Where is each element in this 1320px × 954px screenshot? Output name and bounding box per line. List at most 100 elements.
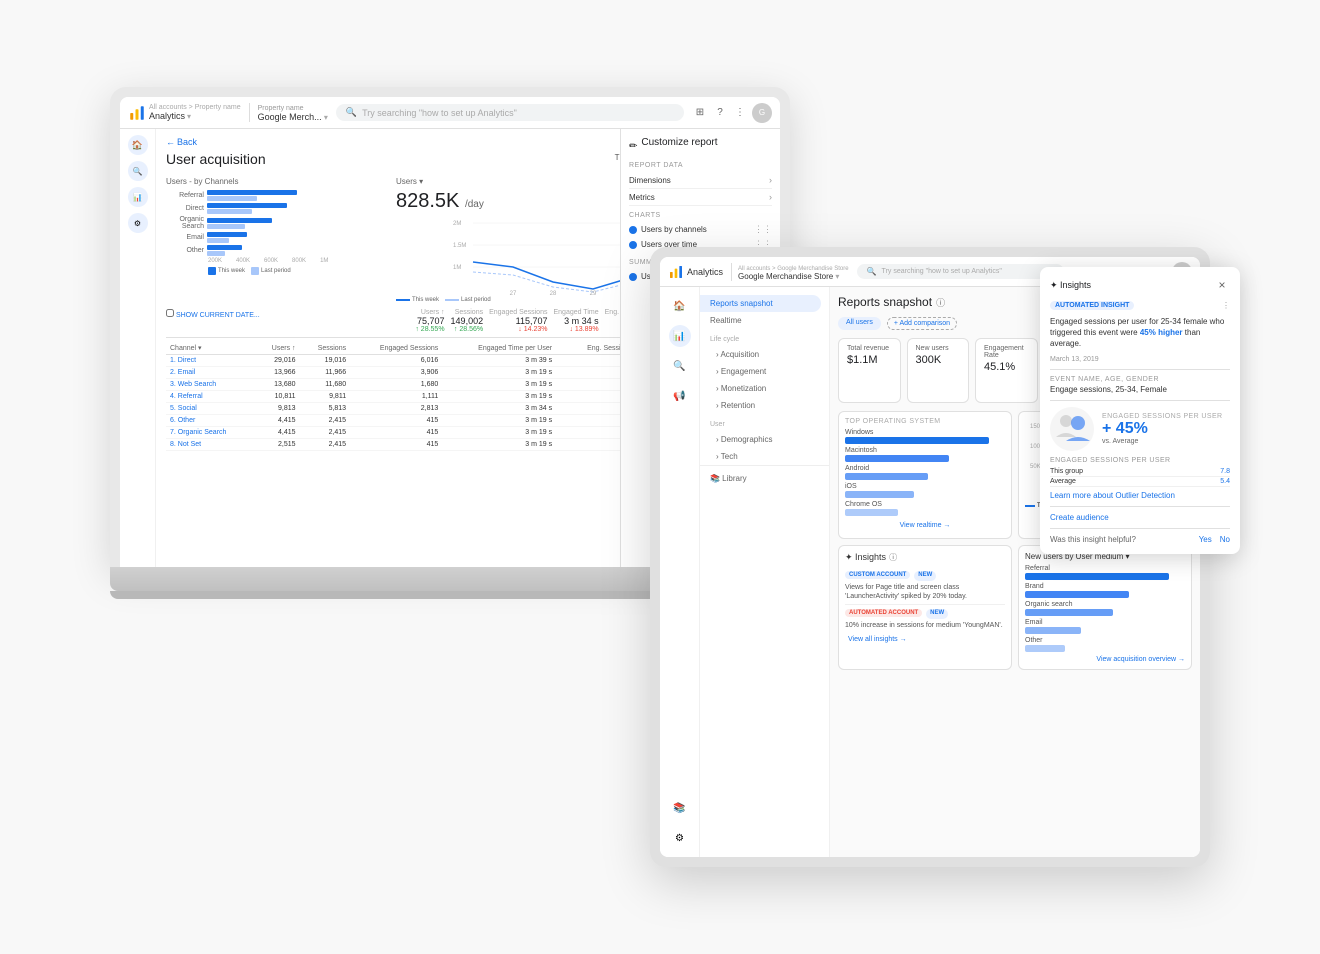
home-icon[interactable]: 🏠 [669, 295, 691, 317]
grid-icon[interactable]: ⊞ [692, 105, 708, 121]
tablet-device: Analytics All accounts > Google Merchand… [650, 247, 1210, 867]
help-icon[interactable]: ? [712, 105, 728, 121]
divider2 [1050, 400, 1200, 401]
all-users-filter[interactable]: All users [838, 317, 881, 330]
toolbar-icons: ⊞ ? ⋮ G [692, 103, 772, 123]
insight-visual: ENGAGED SESSIONS PER USER + 45% vs. Aver… [1050, 407, 1200, 451]
svg-text:2M: 2M [453, 221, 461, 227]
insight-date: March 13, 2019 [1050, 356, 1200, 363]
nav-realtime[interactable]: Realtime [700, 312, 829, 329]
search-icon: 🔍 [346, 107, 357, 118]
view-realtime-link[interactable]: View realtime → [845, 519, 1005, 532]
bar-row-organic: Organic Search [166, 216, 386, 230]
laptop-sidebar: 🏠 🔍 📊 ⚙ [120, 129, 156, 567]
tablet-ga-logo: Analytics [668, 264, 723, 280]
toggle-dot [629, 226, 637, 234]
os-chart: TOP OPERATING SYSTEM Windows Macintosh A… [838, 411, 1012, 539]
add-comparison-btn[interactable]: + Add comparison [887, 317, 957, 330]
insight-illustration [1050, 407, 1094, 451]
customize-icon: ✏ [629, 141, 637, 152]
insight-data-table: ENGAGED SESSIONS PER USER This group 7.8… [1050, 457, 1200, 487]
nav-retention[interactable]: › Retention [700, 397, 829, 414]
search-icon-sidebar[interactable]: 🔍 [128, 161, 148, 181]
insight-panel-title: ✦ Insights [1050, 287, 1091, 291]
insight-body: Engaged sessions per user for 25-34 fema… [1050, 316, 1200, 350]
svg-text:29: 29 [590, 291, 597, 297]
more-icon[interactable]: ⋮ [732, 105, 748, 121]
event-value: Engage sessions, 25-34, Female [1050, 385, 1200, 394]
nav-monetization[interactable]: › Monetization [700, 380, 829, 397]
svg-text:1.5M: 1.5M [453, 243, 466, 249]
nav-engagement[interactable]: › Engagement [700, 363, 829, 380]
search-icon: 🔍 [867, 267, 877, 276]
brand-info: All accounts > Property name Analytics ▾ [149, 104, 241, 121]
tablet-logo-icon [668, 264, 684, 280]
yes-button[interactable]: Yes [1199, 535, 1200, 544]
create-audience-link[interactable]: Create audience [1050, 513, 1200, 522]
charts-section: CHARTS Users by channels ⋮⋮ Users over t… [629, 212, 772, 252]
search-bar[interactable]: 🔍 Try searching "how to set up Analytics… [336, 104, 684, 121]
insight-type-badge: AUTOMATED INSIGHT [1050, 301, 1134, 310]
new-users-bar-chart: New users by User medium ▾ Referral Bran… [1018, 545, 1192, 670]
settings-icon[interactable]: ⚙ [128, 213, 148, 233]
event-label: EVENT NAME, AGE, GENDER [1050, 376, 1200, 383]
laptop-topbar: All accounts > Property name Analytics ▾… [120, 97, 780, 129]
nav-tech[interactable]: › Tech [700, 448, 829, 465]
explore-icon[interactable]: 🔍 [669, 355, 691, 377]
dimensions-item[interactable]: Dimensions › [629, 172, 772, 189]
ads-icon[interactable]: 📢 [669, 385, 691, 407]
bar-row-direct: Direct [166, 203, 386, 214]
kpi-revenue: Total revenue $1.1M [838, 338, 901, 403]
chart-icon[interactable]: 📊 [128, 187, 148, 207]
nav-acquisition[interactable]: › Acquisition [700, 346, 829, 363]
user-avatar[interactable]: G [752, 103, 772, 123]
view-acquisition-link[interactable]: View acquisition overview → [1096, 656, 1185, 663]
page-title: User acquisition [166, 151, 266, 167]
insight-item-1: CUSTOM ACCOUNT NEW Views for Page title … [845, 567, 1005, 605]
brand-path: All accounts > Property name [149, 104, 241, 111]
chevron-right-icon: › [769, 175, 772, 185]
nav-demographics[interactable]: › Demographics [700, 431, 829, 448]
insight-type-row: AUTOMATED INSIGHT ⋮ [1050, 301, 1200, 310]
tablet-bottom-section: ✦ Insights ⓘ CUSTOM ACCOUNT NEW Views fo… [838, 545, 1192, 670]
report-data-section: REPORT DATA Dimensions › Metrics › [629, 162, 772, 206]
x-axis: 200K 400K 600K 800K 1M [208, 258, 386, 264]
legend: This week Last period [208, 267, 386, 275]
divider [1050, 369, 1200, 370]
settings-icon[interactable]: ⚙ [669, 827, 691, 849]
home-icon[interactable]: 🏠 [128, 135, 148, 155]
table-header-label: ENGAGED SESSIONS PER USER [1050, 457, 1200, 464]
divider3 [1050, 506, 1200, 507]
chart-toggle-channels[interactable]: Users by channels ⋮⋮ [629, 222, 772, 237]
library-icon[interactable]: 📚 [669, 797, 691, 819]
nav-section-lifecycle: Life cycle [700, 333, 829, 346]
nav-section-user: User [700, 418, 829, 431]
nav-reports-snapshot[interactable]: Reports snapshot [700, 295, 821, 312]
learn-more-link[interactable]: Learn more about Outlier Detection [1050, 491, 1200, 500]
view-all-insights-link[interactable]: View all insights → [845, 633, 1005, 646]
metrics-item[interactable]: Metrics › [629, 189, 772, 206]
drag-icon: ⋮⋮ [754, 224, 772, 235]
kpi-new-users: New users 300K [907, 338, 970, 403]
svg-text:27: 27 [510, 291, 517, 297]
toggle-dot [629, 273, 637, 281]
tablet-brand: Analytics [687, 267, 723, 277]
nav-library[interactable]: 📚 Library [700, 470, 829, 487]
ga-logo: All accounts > Property name Analytics ▾ [128, 104, 241, 122]
insight-row-average: Average 5.4 [1050, 477, 1200, 487]
tablet-nav: Reports snapshot Realtime Life cycle › A… [700, 287, 830, 857]
insights-panel-title: ✦ Insights [845, 552, 886, 563]
main-scene: All accounts > Property name Analytics ▾… [110, 87, 1210, 867]
illustration-svg [1052, 409, 1092, 449]
insight-row-group: This group 7.8 [1050, 467, 1200, 477]
brand-name: Analytics ▾ [149, 111, 241, 121]
bar-row-email: Email [166, 232, 386, 243]
insight-float-header: ✦ Insights × [1050, 287, 1200, 293]
show-current-date-checkbox[interactable] [166, 309, 174, 317]
reports-title: Reports snapshot [838, 295, 932, 309]
sessions-per-user-label: ENGAGED SESSIONS PER USER [1102, 413, 1200, 420]
bar-row-other: Other [166, 245, 386, 256]
tablet-search[interactable]: 🔍 Try searching "how to set up Analytics… [857, 264, 1064, 279]
reports-icon[interactable]: 📊 [669, 325, 691, 347]
tablet-screen: Analytics All accounts > Google Merchand… [660, 257, 1200, 857]
